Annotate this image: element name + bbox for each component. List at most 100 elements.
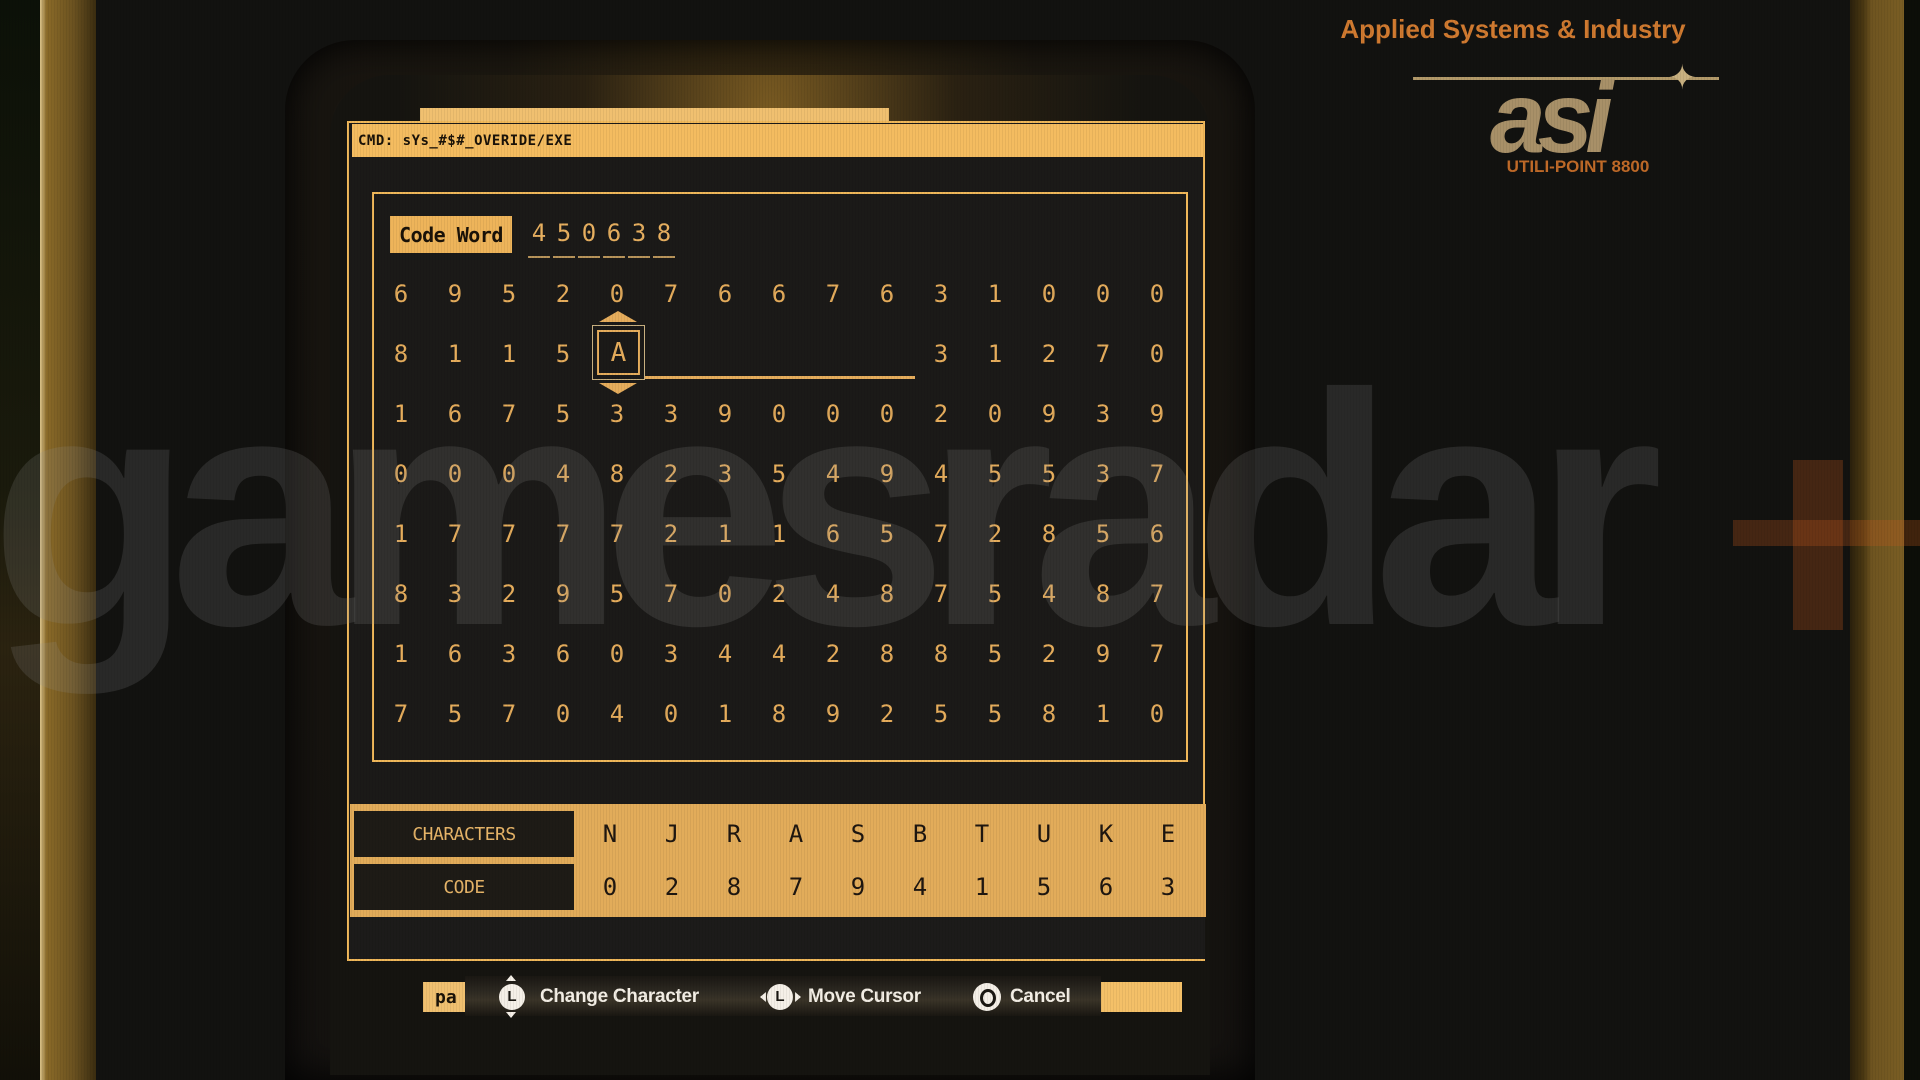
- grid-cell: 7: [933, 520, 949, 548]
- grid-cell: 2: [987, 520, 1003, 548]
- grid-cell: 8: [771, 700, 787, 728]
- code-word-digit-underline: [603, 256, 625, 258]
- grid-cell: 9: [879, 460, 895, 488]
- grid-cell: 4: [555, 460, 571, 488]
- grid-cell: 6: [555, 640, 571, 668]
- grid-cell: 3: [447, 580, 463, 608]
- grid-cell: 0: [1149, 340, 1165, 368]
- key-code: 9: [850, 873, 866, 901]
- grid-cell: 0: [771, 400, 787, 428]
- grid-cell: 5: [609, 580, 625, 608]
- watermark-plus-icon: [1793, 460, 1843, 630]
- grid-cell: 7: [609, 520, 625, 548]
- grid-cell: 0: [1041, 280, 1057, 308]
- grid-cell: 2: [879, 700, 895, 728]
- code-word-digit: 6: [606, 219, 622, 247]
- key-code: 7: [788, 873, 804, 901]
- grid-cell: 1: [393, 400, 409, 428]
- grid-cell: 0: [879, 400, 895, 428]
- key-character: E: [1160, 820, 1176, 848]
- grid-cell: 1: [771, 520, 787, 548]
- grid-cell: 0: [393, 460, 409, 488]
- decrement-arrow-icon[interactable]: [599, 383, 637, 394]
- grid-cell: 1: [393, 520, 409, 548]
- stick-right-arrow-icon: [795, 992, 801, 1002]
- grid-cell: 6: [771, 280, 787, 308]
- grid-cell: 3: [663, 400, 679, 428]
- code-word-digit-underline: [653, 256, 675, 258]
- grid-cell: 8: [1041, 700, 1057, 728]
- grid-cell: 6: [825, 520, 841, 548]
- grid-cell: 3: [663, 640, 679, 668]
- key-code: 0: [602, 873, 618, 901]
- grid-cell: 6: [1149, 520, 1165, 548]
- grid-cell: 8: [879, 640, 895, 668]
- grid-cell: 4: [1041, 580, 1057, 608]
- code-word-digit: 4: [531, 219, 547, 247]
- grid-cell: 7: [663, 580, 679, 608]
- key-character: B: [912, 820, 928, 848]
- grid-cell: 1: [987, 340, 1003, 368]
- device-bezel-left: [40, 0, 96, 1080]
- prompt-change-character[interactable]: Change Character: [540, 982, 699, 1012]
- key-character: R: [726, 820, 742, 848]
- grid-cell: 7: [447, 520, 463, 548]
- grid-cell: 5: [555, 400, 571, 428]
- grid-cell: 2: [663, 460, 679, 488]
- key-character: K: [1098, 820, 1114, 848]
- grid-cell: 9: [1041, 400, 1057, 428]
- input-cursor-character[interactable]: A: [597, 330, 640, 375]
- grid-cell: 7: [1149, 460, 1165, 488]
- grid-cell: 9: [1095, 640, 1111, 668]
- grid-cell: 2: [501, 580, 517, 608]
- footer-tab-right: [1098, 982, 1182, 1012]
- key-character: J: [664, 820, 680, 848]
- key-character: U: [1036, 820, 1052, 848]
- key-character: A: [788, 820, 804, 848]
- terminal-footer-area: [350, 917, 1205, 959]
- grid-cell: 9: [555, 580, 571, 608]
- grid-cell: 5: [1095, 520, 1111, 548]
- grid-cell: 8: [1041, 520, 1057, 548]
- key-character: T: [974, 820, 990, 848]
- grid-cell: 7: [393, 700, 409, 728]
- grid-cell: 3: [1095, 460, 1111, 488]
- grid-cell: 0: [825, 400, 841, 428]
- key-code: 4: [912, 873, 928, 901]
- circle-button-icon: [973, 983, 1001, 1011]
- grid-cell: 5: [447, 700, 463, 728]
- grid-cell: 4: [933, 460, 949, 488]
- stick-down-arrow-icon: [506, 1012, 516, 1018]
- grid-cell: 0: [609, 280, 625, 308]
- grid-cell: 0: [447, 460, 463, 488]
- grid-cell: 3: [609, 400, 625, 428]
- grid-cell: 7: [663, 280, 679, 308]
- logo-star-icon: ✦: [1668, 58, 1697, 98]
- grid-cell: 7: [1149, 580, 1165, 608]
- grid-cell: 7: [1095, 340, 1111, 368]
- grid-cell: 0: [1149, 700, 1165, 728]
- grid-cell: 3: [933, 340, 949, 368]
- grid-cell: 5: [933, 700, 949, 728]
- grid-cell: 7: [501, 700, 517, 728]
- characters-row-label: CHARACTERS: [354, 811, 574, 857]
- grid-cell: 1: [1095, 700, 1111, 728]
- prompt-move-cursor[interactable]: Move Cursor: [808, 982, 921, 1012]
- increment-arrow-icon[interactable]: [599, 311, 637, 322]
- grid-cell: 9: [825, 700, 841, 728]
- stick-left-arrow-icon: [760, 992, 766, 1002]
- code-word-label: Code Word: [390, 216, 512, 253]
- grid-cell: 7: [501, 400, 517, 428]
- grid-cell: 4: [825, 460, 841, 488]
- key-code: 5: [1036, 873, 1052, 901]
- command-bar: CMD: sYs_#$#_OVERIDE/EXE: [352, 124, 1203, 157]
- code-word-digit-underline: [553, 256, 575, 258]
- grid-cell: 5: [501, 280, 517, 308]
- prompt-cancel[interactable]: Cancel: [1010, 982, 1071, 1012]
- code-word-digit: 0: [581, 219, 597, 247]
- code-word-digit-underline: [578, 256, 600, 258]
- stick-up-arrow-icon: [506, 975, 516, 981]
- grid-cell: 2: [555, 280, 571, 308]
- key-code: 6: [1098, 873, 1114, 901]
- grid-cell: 1: [987, 280, 1003, 308]
